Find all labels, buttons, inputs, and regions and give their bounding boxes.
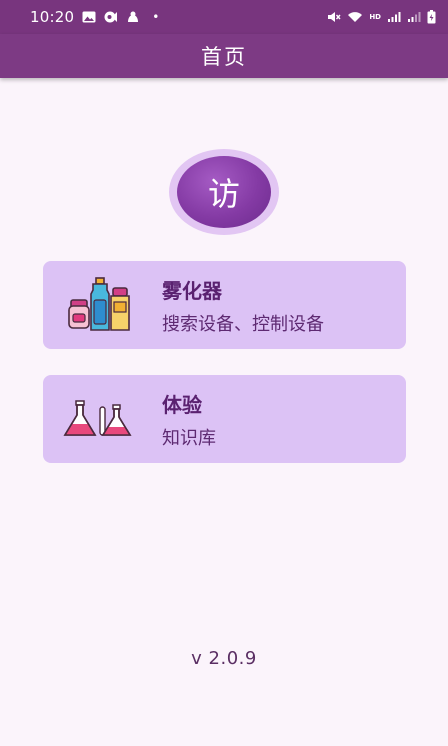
experience-card[interactable]: 体验 知识库 — [43, 375, 406, 463]
screen: 10:20 • HD 首页 访 雾化器 搜索设备、控制设备 体验 知识库 v 2… — [0, 0, 448, 746]
status-bar: 10:20 • HD — [0, 0, 448, 34]
image-icon — [82, 11, 96, 23]
notification-icon — [104, 11, 118, 23]
app-logo-text: 访 — [207, 175, 240, 213]
status-right: HD — [327, 10, 436, 24]
page-title: 首页 — [201, 45, 247, 69]
wifi-icon — [348, 12, 363, 22]
app-logo: 访 — [169, 149, 279, 235]
flasks-icon — [43, 375, 153, 463]
experience-card-text: 体验 知识库 — [153, 389, 216, 450]
signal-icon — [408, 12, 421, 22]
nebulizer-card-subtitle: 搜索设备、控制设备 — [162, 313, 324, 335]
status-dot: • — [152, 10, 160, 24]
app-version: v 2.0.9 — [191, 648, 257, 669]
experience-card-subtitle: 知识库 — [162, 427, 216, 449]
nebulizer-card-title: 雾化器 — [162, 278, 222, 303]
mute-icon — [328, 12, 341, 22]
experience-card-title: 体验 — [162, 392, 202, 417]
signal-hd-icon — [388, 12, 401, 22]
status-time: 10:20 — [30, 8, 75, 26]
app-bar: 首页 — [0, 34, 448, 78]
app-icon — [128, 11, 139, 22]
status-left: 10:20 • — [30, 8, 159, 26]
hd-label: HD — [369, 13, 381, 21]
nebulizer-card[interactable]: 雾化器 搜索设备、控制设备 — [43, 261, 406, 349]
app-logo-badge: 访 — [177, 156, 271, 228]
nebulizer-card-text: 雾化器 搜索设备、控制设备 — [153, 275, 324, 336]
battery-icon — [427, 10, 436, 24]
bottles-icon — [43, 261, 153, 349]
